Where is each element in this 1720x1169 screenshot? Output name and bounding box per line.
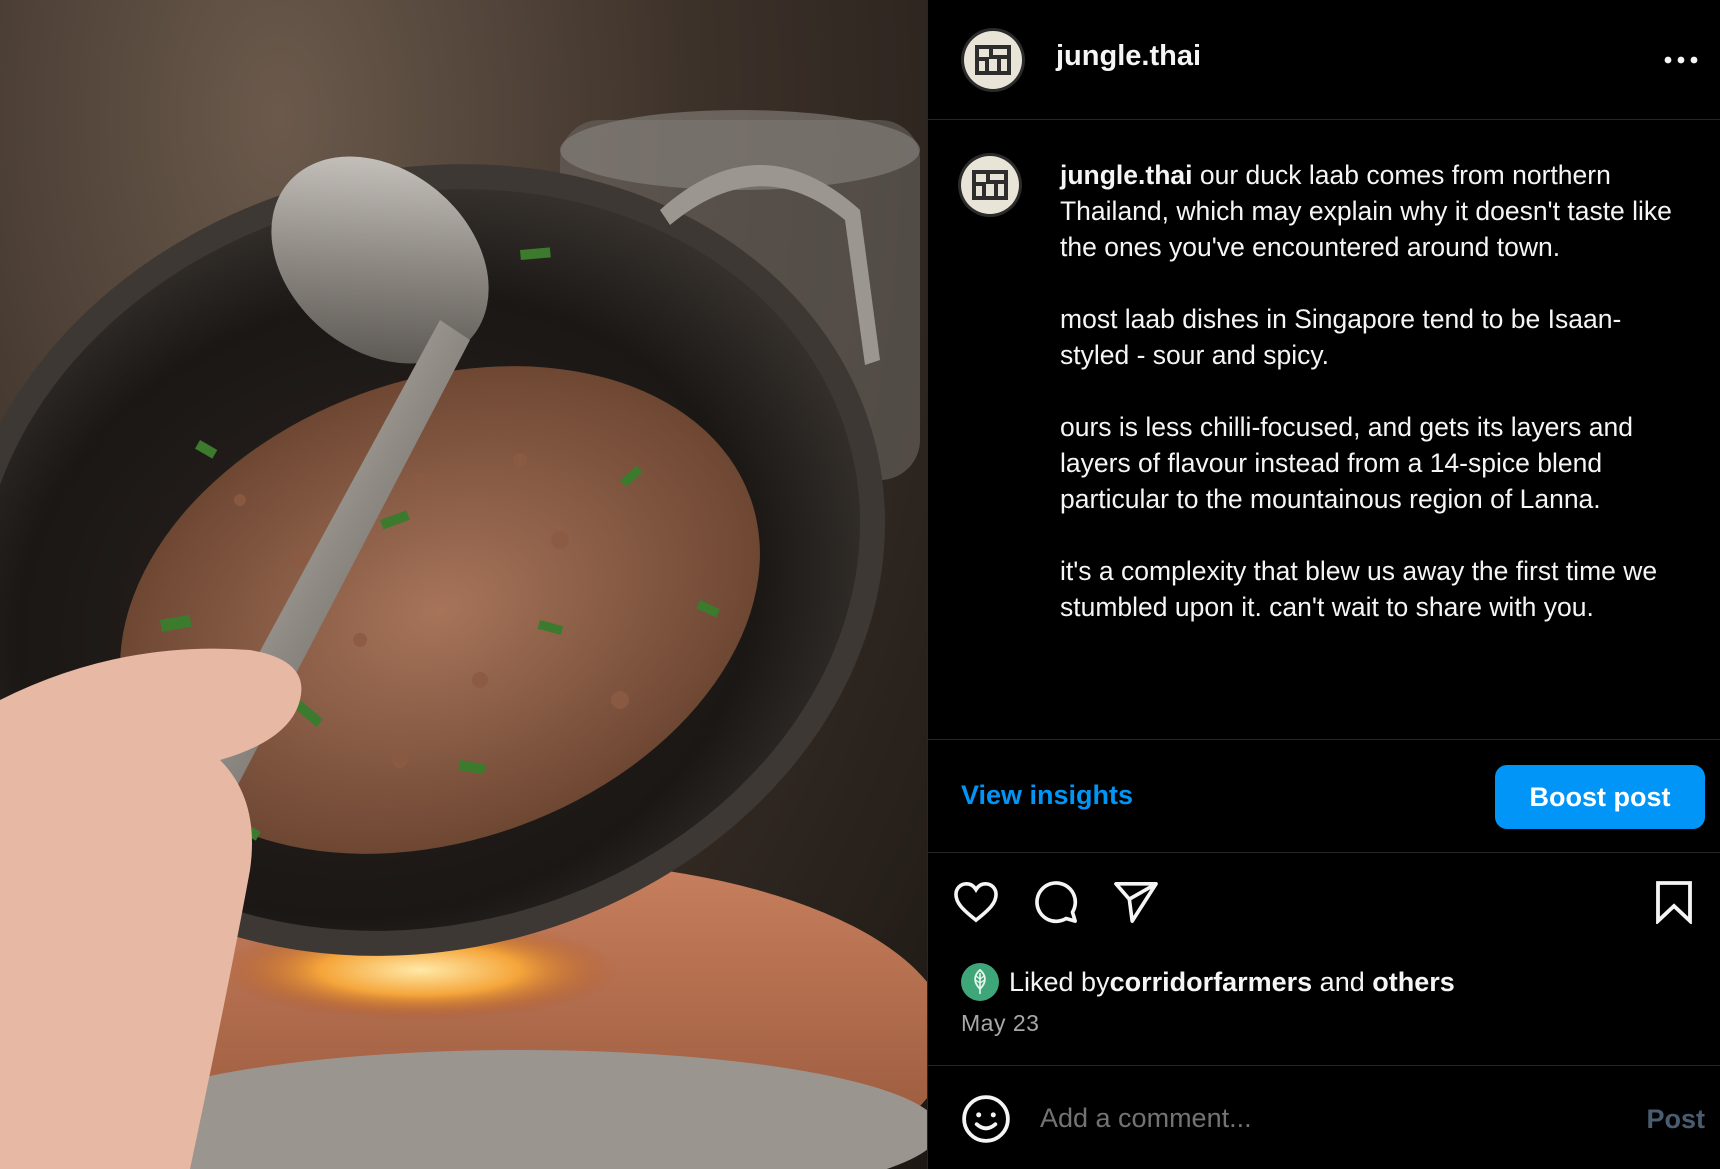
profile-avatar[interactable] — [961, 28, 1025, 92]
likes-prefix: Liked by — [1009, 966, 1110, 997]
caption-section: jungle.thai our duck laab comes from nor… — [928, 121, 1720, 739]
bookmark-icon — [1656, 881, 1692, 924]
share-button[interactable] — [1108, 874, 1164, 930]
more-options-button[interactable] — [1661, 40, 1701, 80]
comment-bar: Post — [928, 1065, 1720, 1169]
post-details-panel: jungle.thai jungle.thai our duck laab co… — [927, 0, 1720, 1169]
leaf-logo-icon — [974, 969, 986, 994]
like-button[interactable] — [948, 874, 1004, 930]
save-button[interactable] — [1646, 874, 1702, 930]
post-comment-button[interactable]: Post — [1646, 1104, 1705, 1135]
insights-bar: View insights Boost post — [928, 739, 1720, 853]
caption-username[interactable]: jungle.thai — [1060, 160, 1193, 190]
post-date[interactable]: May 23 — [961, 1010, 1039, 1037]
comment-input[interactable] — [1040, 1096, 1560, 1140]
jungle-thai-logo-icon — [972, 170, 1008, 200]
wok-cooking-image — [0, 110, 927, 1169]
post-photo[interactable] — [0, 0, 927, 1169]
send-icon — [1114, 882, 1158, 923]
emoji-smile-icon — [962, 1095, 1010, 1143]
liker-avatar[interactable] — [961, 963, 999, 1001]
caption-text: jungle.thai our duck laab comes from nor… — [1060, 157, 1690, 625]
caption-avatar[interactable] — [958, 153, 1022, 217]
more-horizontal-icon — [1664, 56, 1698, 64]
emoji-button[interactable] — [961, 1094, 1011, 1144]
comment-button[interactable] — [1028, 874, 1084, 930]
caption-body: our duck laab comes from northern Thaila… — [1060, 160, 1672, 622]
action-bar — [928, 874, 1720, 934]
boost-post-button[interactable]: Boost post — [1495, 765, 1705, 829]
liker-username[interactable]: corridorfarmers — [1110, 967, 1313, 998]
post-header: jungle.thai — [928, 0, 1720, 120]
likes-summary: Liked by corridorfarmers and others — [961, 962, 1455, 1002]
likes-middle: and — [1312, 966, 1373, 997]
comment-icon — [1035, 881, 1078, 924]
profile-username[interactable]: jungle.thai — [1056, 40, 1201, 73]
jungle-thai-logo-icon — [975, 45, 1011, 75]
heart-icon — [954, 882, 998, 923]
likes-others-link[interactable]: others — [1372, 967, 1455, 998]
view-insights-link[interactable]: View insights — [961, 780, 1133, 811]
